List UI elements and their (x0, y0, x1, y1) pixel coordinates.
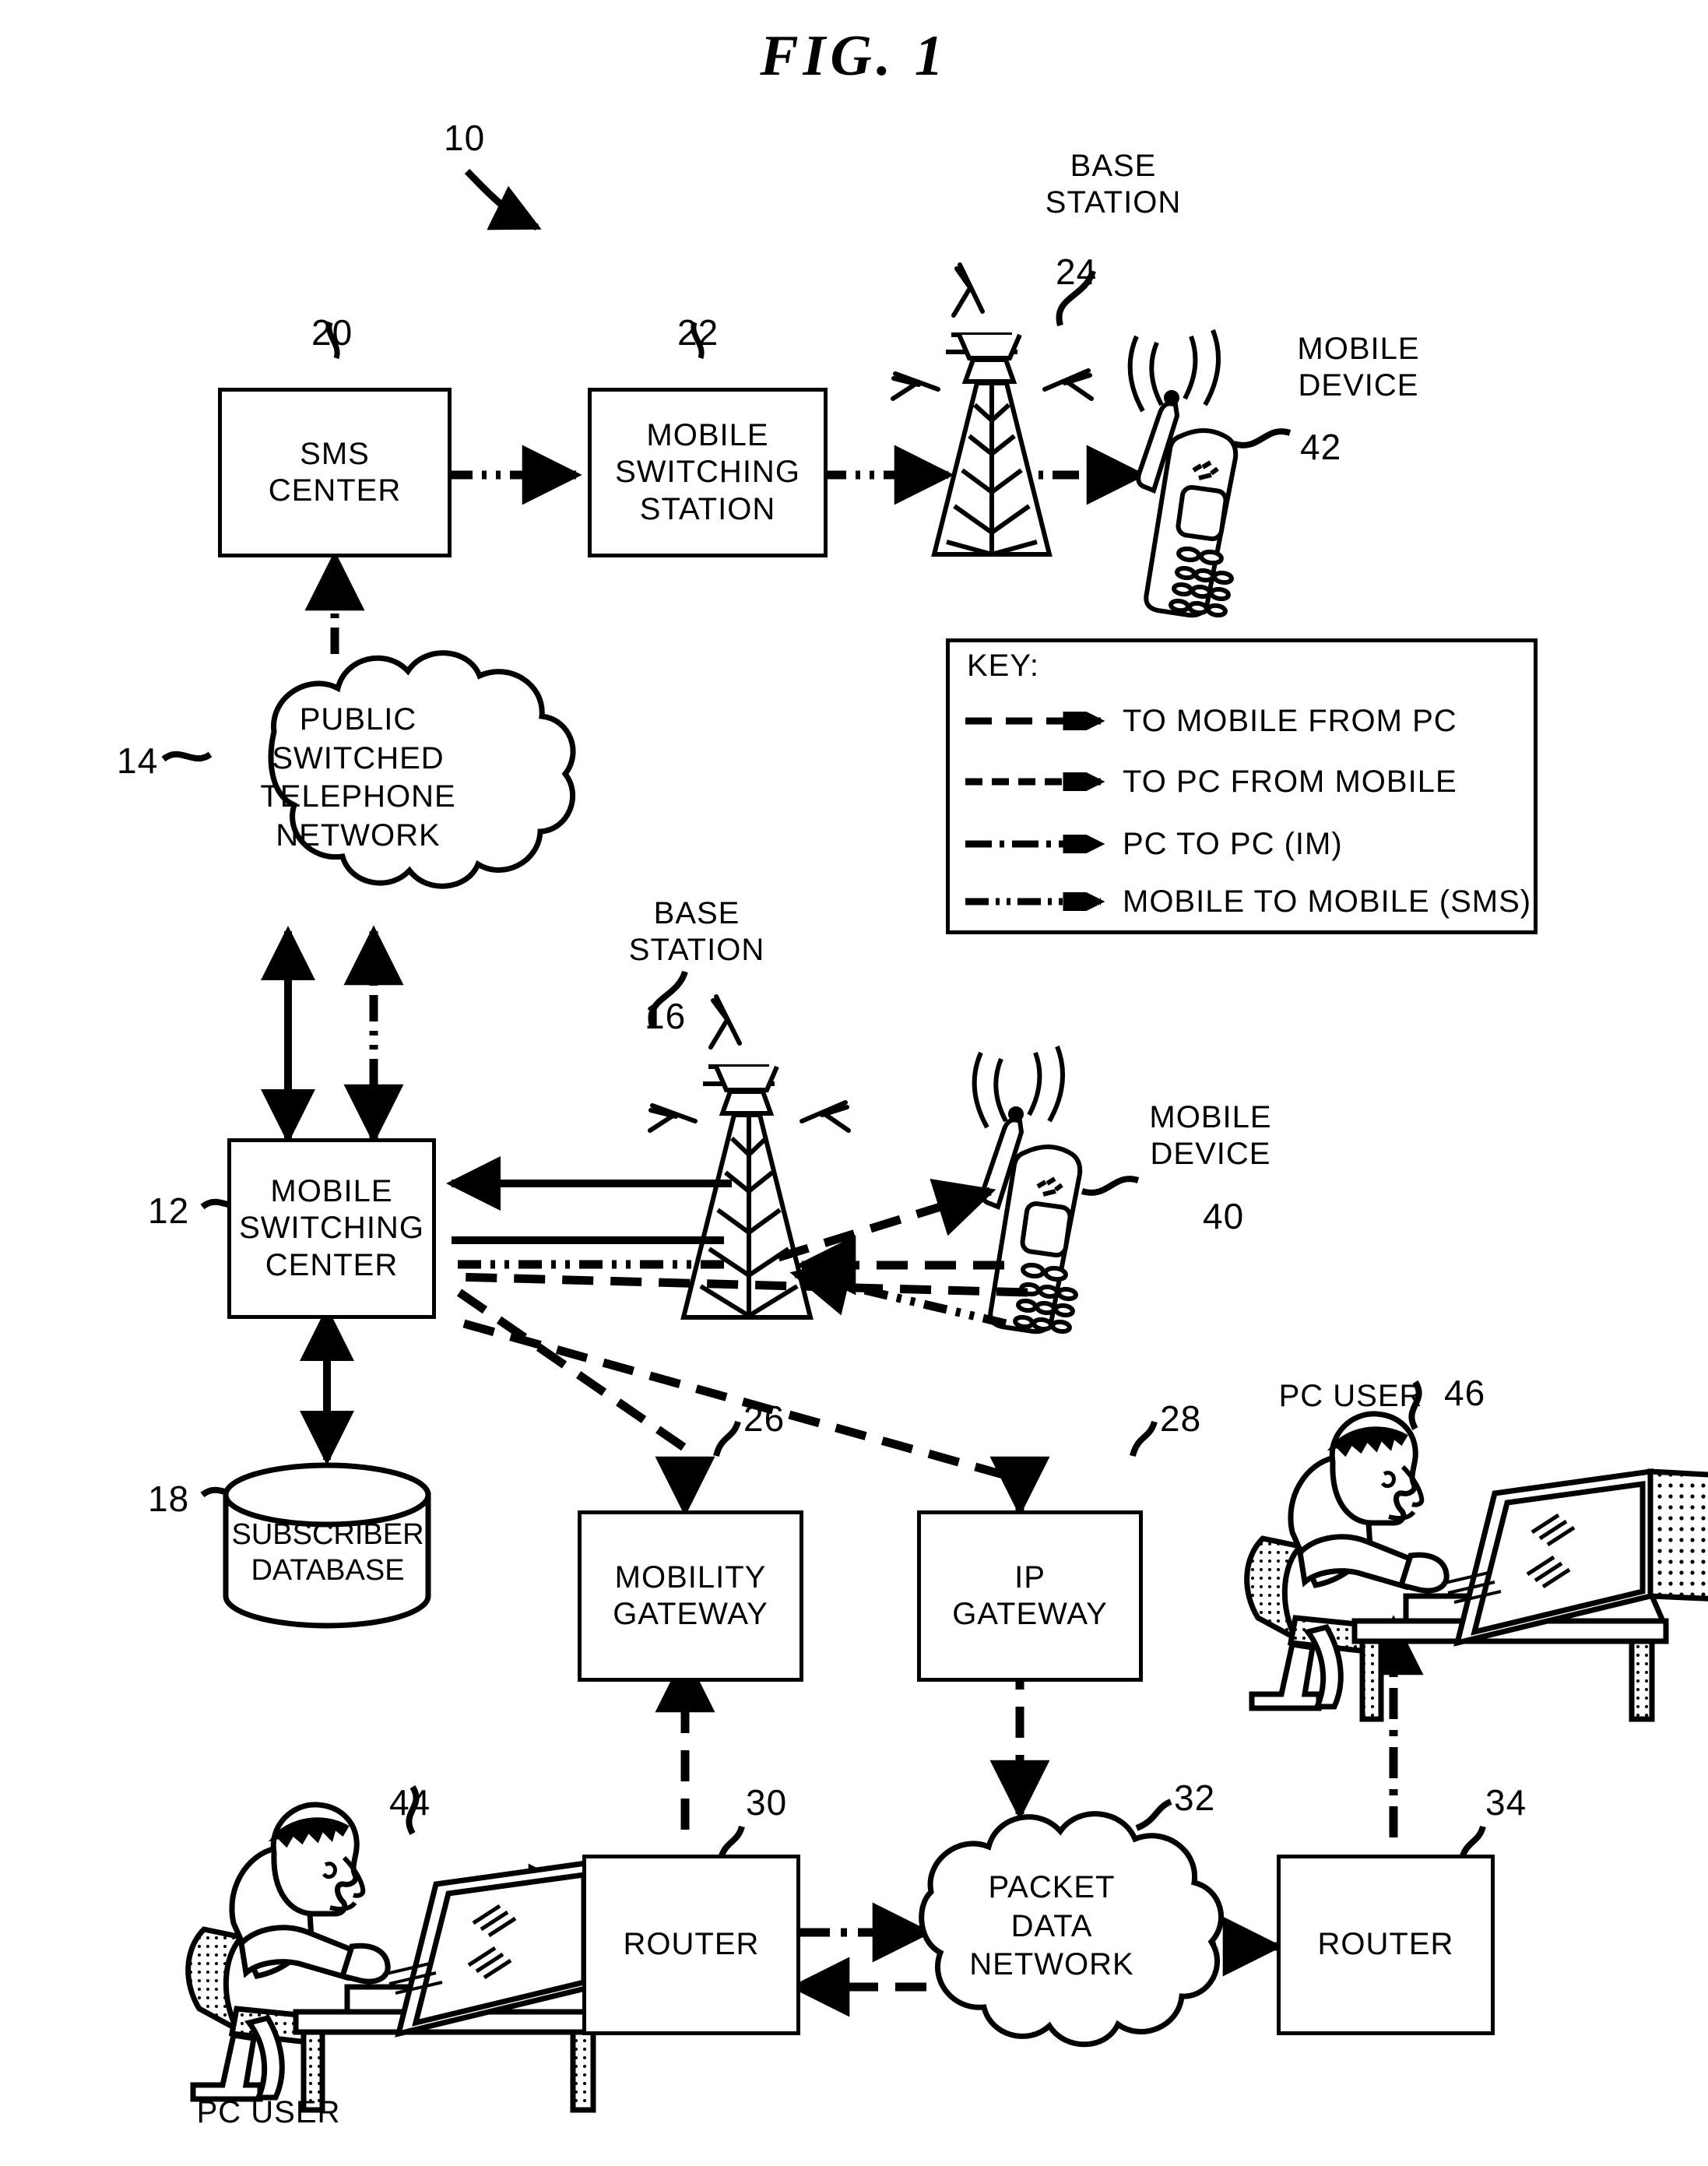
label-subdb-line2: DATABASE (251, 1554, 405, 1588)
node-mss-line3: STATION (639, 491, 776, 526)
caption-base-station-16: BASE STATION (592, 895, 802, 969)
node-sms-center[interactable]: SMS CENTER (218, 388, 452, 557)
leader-42 (1232, 428, 1292, 448)
label-pstn: PUBLIC SWITCHED TELEPHONE NETWORK (234, 701, 483, 855)
label-subscriber-database: SUBSCRIBER DATABASE (226, 1517, 430, 1589)
node-mg-line2: GATEWAY (613, 1597, 768, 1631)
diagram-linework (161, 168, 1708, 2113)
caption-pcuser46-label: PC USER (1278, 1379, 1423, 1413)
mobile-device-42 (1136, 390, 1239, 618)
ref-10-system: 10 (444, 118, 486, 158)
ref-32: 32 (1174, 1777, 1216, 1818)
ref-34: 34 (1485, 1782, 1527, 1823)
label-pstn-line3: TELEPHONE (260, 779, 456, 814)
node-msc-line3: CENTER (265, 1247, 399, 1282)
key-sample-short-dash (965, 772, 1105, 791)
ref-30: 30 (746, 1782, 788, 1823)
caption-bs24-line2: STATION (1045, 185, 1182, 220)
ref-28: 28 (1160, 1398, 1202, 1439)
caption-bs24-line1: BASE (1070, 149, 1157, 183)
key-sample-long-dash (965, 712, 1105, 730)
ref-24: 24 (1056, 251, 1098, 292)
label-pdn-line1: PACKET (988, 1870, 1116, 1904)
leader-26 (713, 1420, 741, 1457)
ref-18: 18 (148, 1479, 190, 1519)
flow-msc-to-mobility-gateway (456, 1289, 715, 1517)
caption-md40-line2: DEVICE (1150, 1137, 1271, 1172)
node-mobile-switching-center[interactable]: MOBILE SWITCHING CENTER (227, 1138, 436, 1319)
node-mg-line1: MOBILITY (614, 1559, 767, 1595)
node-ip-gateway[interactable]: IP GATEWAY (917, 1510, 1143, 1682)
flow-bs16-to-md40-tomobile (777, 1178, 996, 1262)
caption-mobile-device-40: MOBILE DEVICE (1105, 1099, 1316, 1173)
ref-42: 42 (1300, 427, 1342, 467)
key-label-0: TO MOBILE FROM PC (1123, 703, 1457, 738)
node-router-right[interactable]: ROUTER (1277, 1855, 1495, 2035)
node-msc-line1: MOBILE (270, 1174, 393, 1209)
flow-md40-to-bs16-sms (789, 1257, 1007, 1328)
caption-bs16-line2: STATION (628, 933, 765, 968)
ref-20: 20 (311, 312, 353, 353)
node-sms-center-line2: CENTER (268, 473, 402, 508)
ref-12: 12 (148, 1190, 190, 1231)
key-label-1: TO PC FROM MOBILE (1123, 764, 1457, 799)
node-router34-label: ROUTER (1317, 1927, 1454, 1962)
ref-40: 40 (1203, 1196, 1245, 1236)
key-label-2: PC TO PC (IM) (1123, 826, 1343, 861)
key-sample-dash-dot (965, 835, 1105, 853)
leader-28 (1130, 1420, 1158, 1457)
ref-14: 14 (117, 740, 159, 781)
leader-40 (1081, 1176, 1140, 1196)
ref-44: 44 (389, 1782, 431, 1823)
caption-md42-line1: MOBILE (1297, 332, 1420, 366)
caption-bs16-line1: BASE (653, 896, 740, 930)
label-pdn-line2: DATA (1010, 1908, 1093, 1943)
key-label-3: MOBILE TO MOBILE (SMS) (1123, 884, 1532, 919)
ref-26: 26 (743, 1398, 785, 1439)
patent-figure-canvas: FIG. 1 SMS CENTER 20 MOBILE SWITCHING ST… (0, 0, 1708, 2166)
node-mss-line1: MOBILE (646, 418, 769, 453)
base-station-24-tower (931, 332, 1053, 557)
key-row-0: TO MOBILE FROM PC (964, 700, 1457, 742)
key-legend-box: KEY: TO MOBILE FROM PC TO PC FROM MOBILE… (946, 638, 1538, 934)
node-sms-center-line1: SMS (300, 436, 370, 471)
node-mss-line2: SWITCHING (615, 455, 800, 490)
label-subdb-line1: SUBSCRIBER (231, 1518, 424, 1551)
caption-mobile-device-42: MOBILE DEVICE (1253, 331, 1464, 404)
caption-base-station-24: BASE STATION (1004, 148, 1222, 221)
node-ipg-line1: IP (1014, 1559, 1046, 1595)
label-pdn-line3: NETWORK (969, 1947, 1134, 1982)
caption-md40-line1: MOBILE (1149, 1100, 1272, 1134)
label-pstn-line2: SWITCHED (272, 740, 445, 775)
node-mobile-switching-station[interactable]: MOBILE SWITCHING STATION (588, 388, 828, 557)
key-title: KEY: (967, 649, 1039, 683)
key-sample-dash-dot-dot (965, 892, 1105, 911)
node-msc-line2: SWITCHING (239, 1211, 424, 1246)
ref-46: 46 (1444, 1373, 1486, 1413)
caption-pc-user-46: PC USER (1249, 1378, 1452, 1415)
caption-pc-user-44: PC USER (167, 2094, 370, 2131)
mobile-device-40 (980, 1106, 1083, 1334)
label-pstn-line1: PUBLIC (299, 702, 417, 737)
pc-user-46-figure (1244, 1411, 1708, 1722)
caption-pcuser44-label: PC USER (196, 2095, 341, 2129)
caption-md42-line2: DEVICE (1298, 368, 1419, 403)
label-packet-data-network: PACKET DATA NETWORK (931, 1869, 1172, 1985)
ref-22: 22 (677, 312, 719, 353)
label-pstn-line4: NETWORK (276, 818, 441, 853)
leader-32 (1135, 1799, 1172, 1831)
system-leader-arrow (464, 168, 542, 231)
leader-14 (161, 751, 213, 762)
base-station-16-tower (680, 1064, 814, 1320)
node-router-left[interactable]: ROUTER (582, 1855, 800, 2035)
key-row-2: PC TO PC (IM) (964, 823, 1343, 865)
node-mobility-gateway[interactable]: MOBILITY GATEWAY (578, 1510, 803, 1682)
key-row-1: TO PC FROM MOBILE (964, 761, 1457, 803)
ref-16: 16 (645, 996, 687, 1036)
node-ipg-line2: GATEWAY (952, 1597, 1108, 1631)
key-row-3: MOBILE TO MOBILE (SMS) (964, 881, 1531, 923)
node-router30-label: ROUTER (623, 1927, 760, 1962)
